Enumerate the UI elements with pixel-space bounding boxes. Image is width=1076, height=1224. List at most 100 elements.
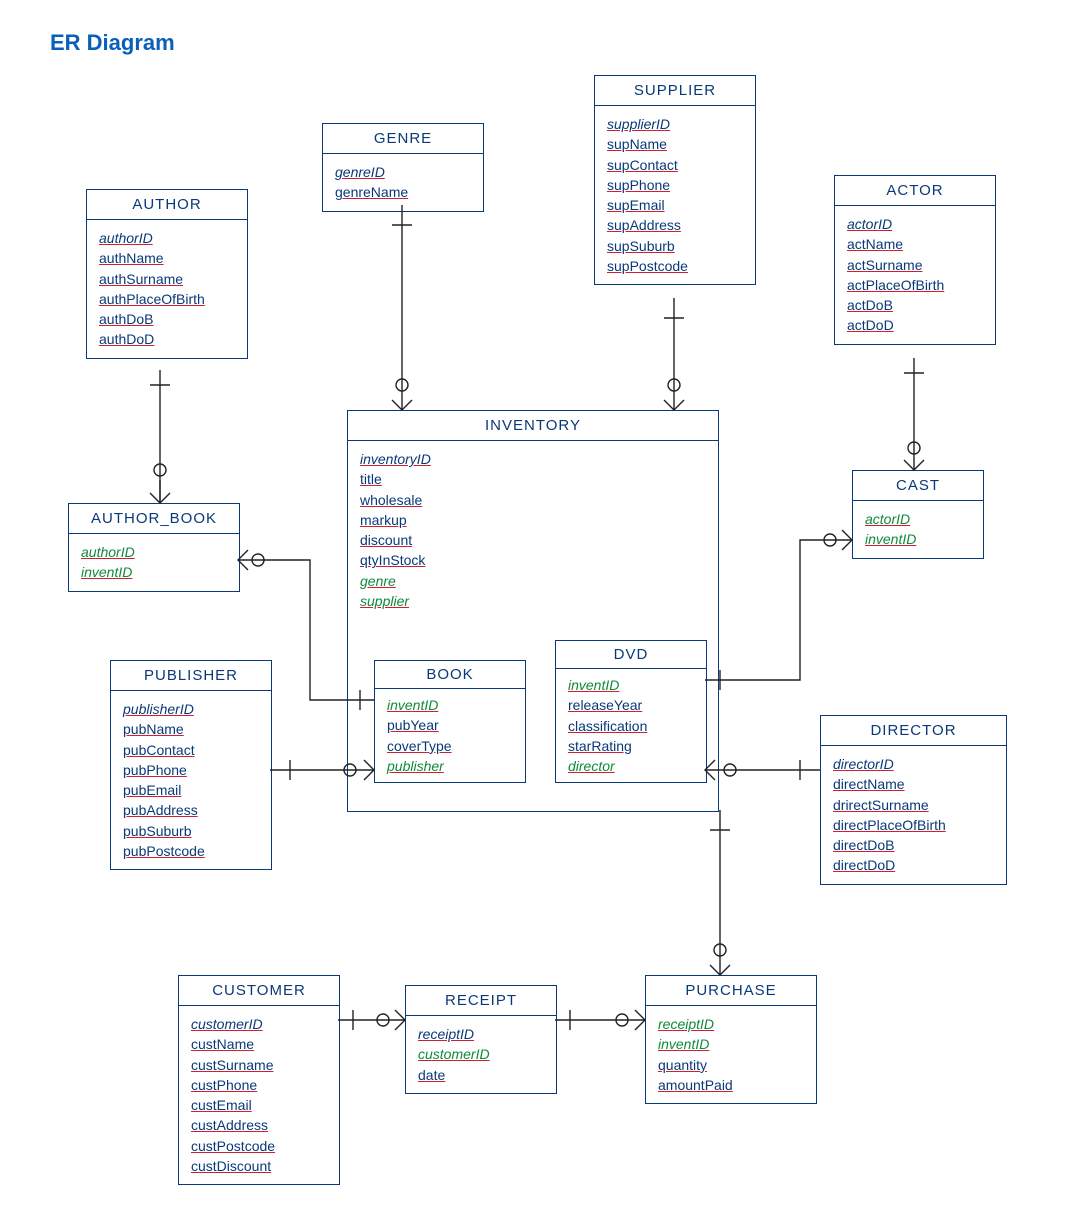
attr-publisher-pubSuburb: pubSuburb <box>123 821 259 841</box>
entity-receipt-body: receiptIDcustomerIDdate <box>406 1016 556 1093</box>
attr-publisher-pubContact: pubContact <box>123 740 259 760</box>
entity-receipt-header: RECEIPT <box>406 986 556 1016</box>
entity-purchase: PURCHASE receiptIDinventIDquantityamount… <box>645 975 817 1104</box>
attr-author-authPlaceOfBirth: authPlaceOfBirth <box>99 289 235 309</box>
attr-publisher-pubEmail: pubEmail <box>123 780 259 800</box>
attr-actor-actSurname: actSurname <box>847 255 983 275</box>
attr-publisher-publisherID: publisherID <box>123 699 259 719</box>
entity-director-header: DIRECTOR <box>821 716 1006 746</box>
attr-purchase-inventID: inventID <box>658 1034 804 1054</box>
attr-customer-custEmail: custEmail <box>191 1095 327 1115</box>
attr-inventory-wholesale: wholesale <box>360 490 706 510</box>
attr-author_book-inventID: inventID <box>81 562 227 582</box>
attr-purchase-amountPaid: amountPaid <box>658 1075 804 1095</box>
attr-director-drirectSurname: drirectSurname <box>833 795 994 815</box>
attr-inventory-qtyInStock: qtyInStock <box>360 550 706 570</box>
attr-book-publisher: publisher <box>387 756 513 776</box>
entity-cast: CAST actorIDinventID <box>852 470 984 559</box>
entity-director: DIRECTOR directorIDdirectNamedrirectSurn… <box>820 715 1007 885</box>
entity-book-header: BOOK <box>375 661 525 689</box>
attr-supplier-supPostcode: supPostcode <box>607 256 743 276</box>
entity-purchase-header: PURCHASE <box>646 976 816 1006</box>
attr-actor-actDoB: actDoB <box>847 295 983 315</box>
attr-customer-custPostcode: custPostcode <box>191 1136 327 1156</box>
attr-dvd-releaseYear: releaseYear <box>568 695 694 715</box>
attr-cast-actorID: actorID <box>865 509 971 529</box>
entity-book-body: inventIDpubYearcoverTypepublisher <box>375 689 525 782</box>
attr-customer-custDiscount: custDiscount <box>191 1156 327 1176</box>
attr-inventory-supplier: supplier <box>360 591 706 611</box>
entity-author-book: AUTHOR_BOOK authorIDinventID <box>68 503 240 592</box>
attr-supplier-supEmail: supEmail <box>607 195 743 215</box>
entity-author-book-header: AUTHOR_BOOK <box>69 504 239 534</box>
attr-director-directDoD: directDoD <box>833 855 994 875</box>
attr-director-directName: directName <box>833 774 994 794</box>
entity-genre-body: genreIDgenreName <box>323 154 483 211</box>
attr-genre-genreName: genreName <box>335 182 471 202</box>
entity-actor-header: ACTOR <box>835 176 995 206</box>
entity-dvd: DVD inventIDreleaseYearclassificationsta… <box>555 640 707 783</box>
attr-book-pubYear: pubYear <box>387 715 513 735</box>
attr-customer-custPhone: custPhone <box>191 1075 327 1095</box>
attr-publisher-pubAddress: pubAddress <box>123 800 259 820</box>
attr-publisher-pubPhone: pubPhone <box>123 760 259 780</box>
attr-customer-customerID: customerID <box>191 1014 327 1034</box>
attr-author-authorID: authorID <box>99 228 235 248</box>
attr-inventory-discount: discount <box>360 530 706 550</box>
entity-purchase-body: receiptIDinventIDquantityamountPaid <box>646 1006 816 1103</box>
entity-customer-header: CUSTOMER <box>179 976 339 1006</box>
attr-author-authDoD: authDoD <box>99 329 235 349</box>
attr-director-directorID: directorID <box>833 754 994 774</box>
attr-supplier-supPhone: supPhone <box>607 175 743 195</box>
attr-dvd-director: director <box>568 756 694 776</box>
entity-dvd-body: inventIDreleaseYearclassificationstarRat… <box>556 669 706 782</box>
attr-customer-custSurname: custSurname <box>191 1055 327 1075</box>
entity-author-book-body: authorIDinventID <box>69 534 239 591</box>
attr-actor-actName: actName <box>847 234 983 254</box>
entity-supplier-header: SUPPLIER <box>595 76 755 106</box>
entity-genre: GENRE genreIDgenreName <box>322 123 484 212</box>
attr-customer-custName: custName <box>191 1034 327 1054</box>
attr-purchase-quantity: quantity <box>658 1055 804 1075</box>
entity-author-body: authorIDauthNameauthSurnameauthPlaceOfBi… <box>87 220 247 358</box>
attr-receipt-receiptID: receiptID <box>418 1024 544 1044</box>
entity-cast-body: actorIDinventID <box>853 501 983 558</box>
entity-cast-header: CAST <box>853 471 983 501</box>
attr-dvd-inventID: inventID <box>568 675 694 695</box>
entity-dvd-header: DVD <box>556 641 706 669</box>
entity-book: BOOK inventIDpubYearcoverTypepublisher <box>374 660 526 783</box>
attr-cast-inventID: inventID <box>865 529 971 549</box>
attr-author_book-authorID: authorID <box>81 542 227 562</box>
attr-receipt-date: date <box>418 1065 544 1085</box>
entity-supplier-body: supplierIDsupNamesupContactsupPhonesupEm… <box>595 106 755 284</box>
attr-supplier-supName: supName <box>607 134 743 154</box>
attr-supplier-supContact: supContact <box>607 155 743 175</box>
attr-inventory-title: title <box>360 469 706 489</box>
attr-actor-actDoD: actDoD <box>847 315 983 335</box>
entity-actor-body: actorIDactNameactSurnameactPlaceOfBirtha… <box>835 206 995 344</box>
attr-author-authDoB: authDoB <box>99 309 235 329</box>
attr-director-directDoB: directDoB <box>833 835 994 855</box>
entity-supplier: SUPPLIER supplierIDsupNamesupContactsupP… <box>594 75 756 285</box>
entity-actor: ACTOR actorIDactNameactSurnameactPlaceOf… <box>834 175 996 345</box>
attr-supplier-supplierID: supplierID <box>607 114 743 134</box>
attr-inventory-genre: genre <box>360 571 706 591</box>
attr-author-authSurname: authSurname <box>99 269 235 289</box>
attr-inventory-markup: markup <box>360 510 706 530</box>
attr-inventory-inventoryID: inventoryID <box>360 449 706 469</box>
attr-publisher-pubPostcode: pubPostcode <box>123 841 259 861</box>
entity-director-body: directorIDdirectNamedrirectSurname direct… <box>821 746 1006 884</box>
attr-actor-actPlaceOfBirth: actPlaceOfBirth <box>847 275 983 295</box>
entity-author-header: AUTHOR <box>87 190 247 220</box>
entity-inventory-header: INVENTORY <box>348 411 718 441</box>
attr-dvd-starRating: starRating <box>568 736 694 756</box>
attr-author-authName: authName <box>99 248 235 268</box>
attr-purchase-receiptID: receiptID <box>658 1014 804 1034</box>
entity-inventory-body: inventoryIDtitlewholesalemarkupdiscountq… <box>348 441 718 627</box>
entity-author: AUTHOR authorIDauthNameauthSurnameauthPl… <box>86 189 248 359</box>
entity-publisher: PUBLISHER publisherIDpubNamepubContactpu… <box>110 660 272 870</box>
attr-customer-custAddress: custAddress <box>191 1115 327 1135</box>
page-title: ER Diagram <box>50 30 175 56</box>
entity-receipt: RECEIPT receiptIDcustomerIDdate <box>405 985 557 1094</box>
attr-supplier-supAddress: supAddress <box>607 215 743 235</box>
